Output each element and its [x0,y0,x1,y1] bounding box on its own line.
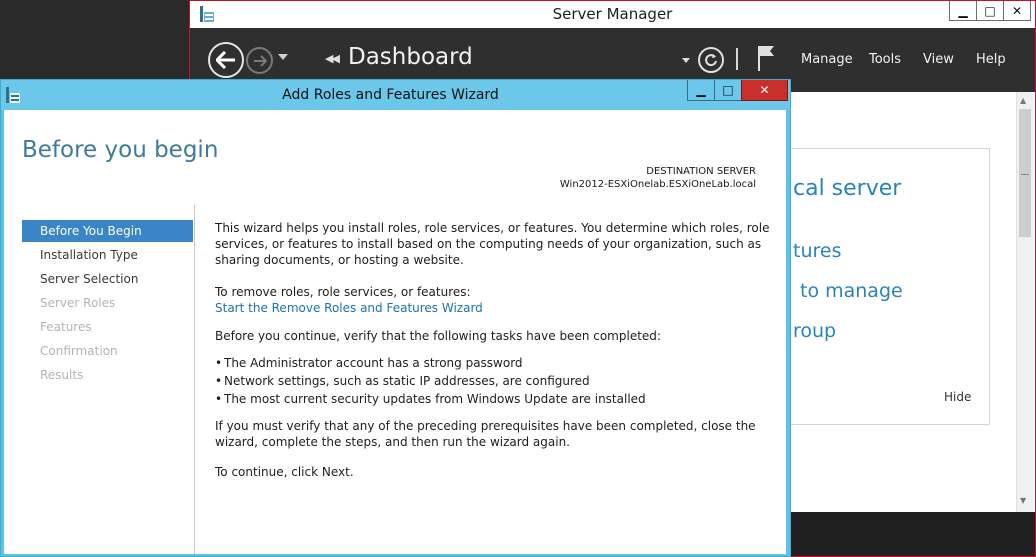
bullet-text: Network settings, such as static IP addr… [224,374,590,388]
scrollbar-grip [1021,174,1029,175]
hide-link[interactable]: Hide [944,390,971,404]
menu-manage[interactable]: Manage [801,52,853,67]
step-installation-type[interactable]: Installation Type [22,244,193,266]
list-item: • The Administrator account has a strong … [215,355,523,371]
step-server-roles: Server Roles [40,296,116,310]
scroll-down-icon[interactable]: ▼ [1020,496,1026,505]
step-results: Results [40,368,84,382]
wizard-titlebar[interactable]: Add Roles and Features Wizard ▁ □ ✕ [1,80,790,110]
server-manager-title: Server Manager [552,5,673,23]
remove-roles-wizard-link[interactable]: Start the Remove Roles and Features Wiza… [215,300,483,316]
create-server-group-link[interactable]: roup [793,320,836,342]
breadcrumb-chevron-icon: ◀◀ [325,52,340,65]
configure-local-server-link[interactable]: cal server [793,176,901,201]
destination-server-value: Win2012-ESXiOnelab.ESXiOneLab.local [559,179,756,190]
back-button[interactable] [208,42,244,78]
intro-text: This wizard helps you install roles, rol… [215,221,770,267]
sm-maximize-button[interactable]: □ [976,1,1004,21]
wizard-body: Before you begin DESTINATION SERVER Win2… [4,110,786,554]
wizard-close-button[interactable]: ✕ [741,80,788,101]
minimize-icon: ▁ [958,3,968,18]
refresh-icon [705,54,717,67]
history-dropdown-icon[interactable] [278,54,288,60]
arrow-right-icon [253,54,267,67]
wizard-maximize-button[interactable]: □ [714,80,742,101]
list-item: • The most current security updates from … [215,391,646,407]
sidebar-divider [194,205,195,554]
step-before-you-begin[interactable]: Before You Begin [22,220,193,242]
scrollbar-thumb[interactable] [1019,109,1031,237]
forward-button[interactable] [246,47,273,74]
bullet-icon: • [215,356,223,370]
bullet-icon: • [215,392,223,406]
close-icon: ✕ [1011,3,1023,18]
notifications-flag-icon[interactable] [756,44,776,72]
continue-text: To continue, click Next. [215,465,354,479]
add-servers-link[interactable]: to manage [800,280,903,302]
refresh-button[interactable] [698,47,724,73]
arrow-left-icon [216,51,235,69]
maximize-icon: □ [984,3,996,18]
list-item: • Network settings, such as static IP add… [215,373,590,389]
destination-server-label: DESTINATION SERVER [646,166,756,177]
menu-tools[interactable]: Tools [869,52,901,67]
minimize-icon: ▁ [696,83,706,97]
close-icon: ✕ [759,83,770,97]
add-roles-features-link[interactable]: tures [793,240,841,262]
bullet-text: The Administrator account has a strong p… [224,356,523,370]
scroll-up-icon[interactable]: ▲ [1020,96,1026,105]
remove-label: To remove roles, role services, or featu… [215,285,471,299]
sm-minimize-button[interactable]: ▁ [949,1,977,21]
step-confirmation: Confirmation [40,344,118,358]
menu-help[interactable]: Help [976,52,1006,67]
breadcrumb-dropdown-icon[interactable] [682,58,690,63]
desktop: Server Manager ▁ □ ✕ ◀◀ Dashboard Manage… [0,0,1036,557]
server-manager-titlebar: Server Manager ▁ □ ✕ [190,1,1035,28]
menu-view[interactable]: View [923,52,954,67]
dashboard-scrollbar[interactable]: ▲ ▼ [1016,92,1033,512]
wizard-minimize-button[interactable]: ▁ [687,80,715,101]
bullet-text: The most current security updates from W… [224,392,646,406]
bullet-icon: • [215,374,223,388]
breadcrumb: Dashboard [348,44,473,70]
maximize-icon: □ [722,83,734,97]
step-server-selection[interactable]: Server Selection [22,268,193,290]
step-features: Features [40,320,92,334]
toolbar-separator [736,48,738,70]
must-verify-text: If you must verify that any of the prece… [215,419,756,449]
wizard-title: Add Roles and Features Wizard [282,87,499,103]
add-roles-wizard-window: Add Roles and Features Wizard ▁ □ ✕ Befo… [0,79,791,557]
verify-text: Before you continue, verify that the fol… [215,329,661,343]
sm-close-button[interactable]: ✕ [1003,1,1031,21]
page-title: Before you begin [22,137,219,163]
